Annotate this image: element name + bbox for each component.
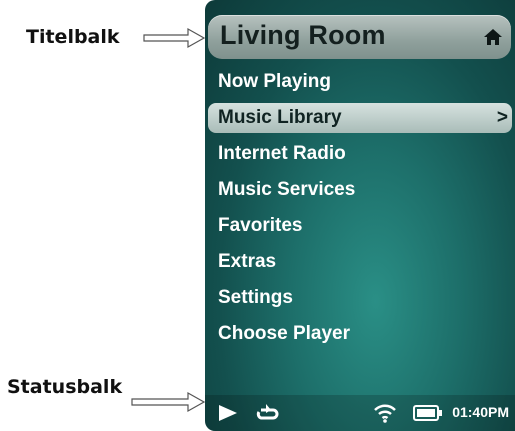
repeat-icon (256, 404, 279, 420)
menu-item-label: Internet Radio (218, 143, 346, 164)
menu-item-label: Favorites (218, 215, 303, 236)
menu-item-music-services[interactable]: Music Services (205, 172, 515, 208)
wifi-icon (374, 404, 396, 423)
titlebar-callout-arrow-icon (143, 27, 206, 49)
menu-item-label: Extras (218, 251, 277, 272)
home-icon[interactable] (483, 28, 503, 46)
menu-item-label: Now Playing (218, 71, 331, 92)
menu-item-extras[interactable]: Extras (205, 244, 515, 280)
menu-item-label: Music Services (218, 179, 356, 200)
main-menu: Now Playing Music Library > Internet Rad… (205, 64, 515, 352)
battery-icon (413, 405, 442, 421)
menu-item-internet-radio[interactable]: Internet Radio (205, 136, 515, 172)
menu-item-music-library[interactable]: Music Library > (208, 103, 512, 133)
page-title: Living Room (220, 20, 386, 50)
menu-item-favorites[interactable]: Favorites (205, 208, 515, 244)
menu-item-choose-player[interactable]: Choose Player (205, 316, 515, 352)
status-time: 01:40PM (452, 404, 509, 420)
statusbar-callout-label: Statusbalk (7, 376, 123, 398)
menu-item-label: Settings (218, 287, 293, 308)
menu-item-label: Choose Player (218, 323, 350, 344)
menu-item-settings[interactable]: Settings (205, 280, 515, 316)
device-screen: Living Room Now Playing Music Library > … (205, 0, 515, 431)
menu-item-now-playing[interactable]: Now Playing (205, 64, 515, 100)
play-icon (219, 405, 237, 421)
statusbar-callout-arrow-icon (131, 391, 206, 413)
titlebar-callout-label: Titelbalk (26, 26, 120, 48)
menu-item-label: Music Library (218, 107, 342, 128)
statusbar: 01:40PM (205, 395, 515, 431)
titlebar: Living Room (208, 15, 511, 59)
chevron-right-icon: > (496, 107, 508, 128)
